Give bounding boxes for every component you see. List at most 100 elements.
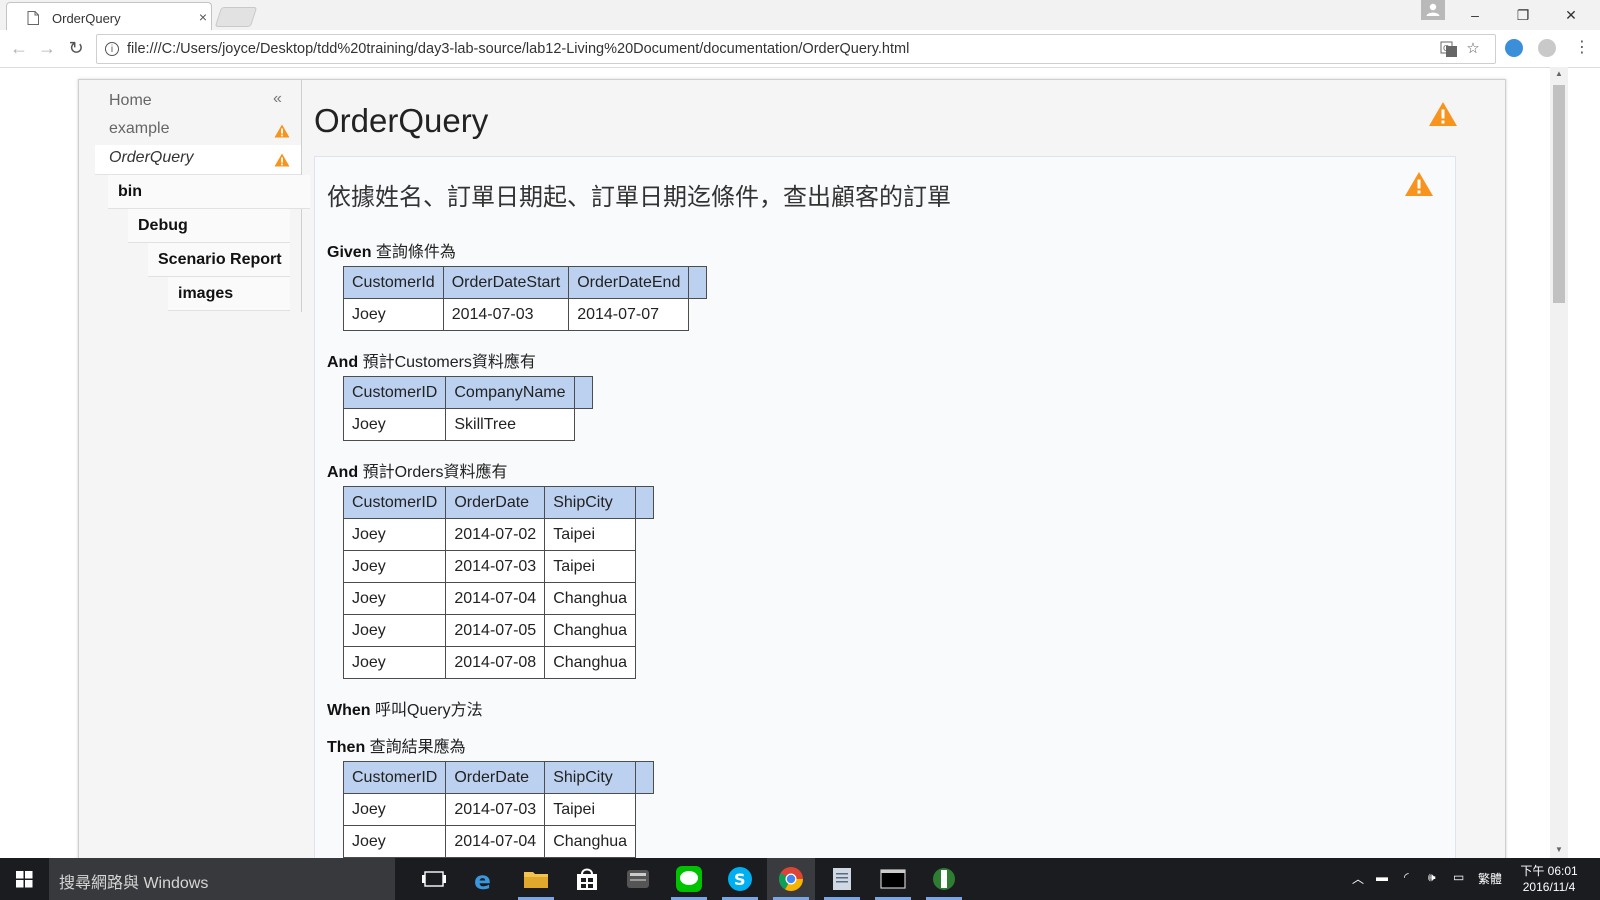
table-cell: 2014-07-02 (445, 518, 546, 551)
console-icon[interactable] (869, 858, 917, 900)
app-icon[interactable] (614, 858, 662, 900)
scroll-down-icon[interactable]: ▼ (1553, 845, 1565, 855)
table-header: CompanyName (445, 376, 575, 409)
svg-text:e: e (474, 866, 491, 895)
chrome-icon[interactable] (767, 858, 815, 900)
file-explorer-icon[interactable] (512, 858, 560, 900)
clock-date: 2016/11/4 (1522, 880, 1576, 894)
table-cell: 2014-07-07 (568, 298, 690, 331)
page-scrollbar[interactable]: ▲ ▼ (1550, 67, 1568, 858)
table-cell: 2014-07-03 (445, 550, 546, 583)
sidebar-home-link[interactable]: Home (109, 87, 152, 115)
address-bar[interactable]: i file:///C:/Users/joyce/Desktop/tdd%20t… (96, 34, 1496, 64)
table-cell: Joey (342, 550, 447, 583)
document-icon (27, 11, 39, 25)
table-header-extra (573, 376, 593, 409)
folder-scenario-report[interactable]: Scenario Report (148, 243, 290, 277)
step-keyword: And (327, 464, 359, 481)
windows-logo-icon (16, 871, 33, 888)
extension-globe-icon[interactable] (1505, 39, 1523, 57)
sidebar: Home « example OrderQuery bin Debug Scen… (79, 80, 310, 312)
close-window-button[interactable]: ✕ (1548, 3, 1594, 27)
table-header: OrderDateStart (442, 266, 570, 299)
sidebar-item-label: OrderQuery (109, 149, 194, 166)
given-table: CustomerId OrderDateStart OrderDateEnd J… (343, 266, 708, 331)
notepad-icon[interactable] (818, 858, 866, 900)
profile-icon[interactable] (1421, 0, 1445, 20)
ime-indicator[interactable]: 繁體 (1478, 870, 1502, 887)
scroll-up-icon[interactable]: ▲ (1553, 69, 1565, 79)
task-view-icon[interactable] (410, 858, 458, 900)
sidebar-item-example[interactable]: example (95, 116, 301, 146)
notification-icon[interactable]: ▭ (1453, 870, 1464, 884)
browser-tab[interactable]: OrderQuery × (6, 2, 212, 31)
table-row: Joey 2014-07-03 Taipei (342, 793, 654, 826)
document-page: Home « example OrderQuery bin Debug Scen… (78, 79, 1506, 861)
table-cell: 2014-07-03 (442, 298, 570, 331)
taskbar-search-box[interactable]: 搜尋網路與 Windows (49, 858, 395, 900)
table-cell: Taipei (544, 518, 637, 551)
start-button[interactable] (0, 858, 49, 900)
store-icon[interactable] (563, 858, 611, 900)
battery-icon[interactable]: ▬ (1376, 870, 1388, 884)
volume-icon[interactable]: 🕪 (1428, 870, 1436, 885)
clock-time: 下午 06:01 (1520, 864, 1578, 878)
line-icon[interactable] (665, 858, 713, 900)
table-row: Joey 2014-07-04 Changhua (342, 825, 654, 858)
page-title: OrderQuery (314, 102, 489, 139)
tray-expand-icon[interactable]: ︿ (1352, 870, 1364, 887)
table-header: OrderDate (445, 486, 546, 519)
table-cell: Changhua (544, 614, 637, 647)
step-then: Then 查詢結果應為 (327, 733, 466, 757)
step-text: 查詢條件為 (375, 244, 456, 261)
table-header-extra (635, 761, 655, 794)
scrollbar-thumb[interactable] (1553, 85, 1565, 303)
tab-title: OrderQuery (52, 11, 121, 26)
back-icon[interactable]: ← (9, 38, 29, 58)
table-header: CustomerID (342, 376, 447, 409)
table-cell: Joey (342, 646, 447, 679)
scenario-warning-icon (1405, 172, 1433, 196)
table-row: Joey 2014-07-05 Changhua (342, 614, 654, 647)
table-cell: SkillTree (445, 408, 575, 441)
table-cell: 2014-07-04 (445, 825, 546, 858)
minimize-button[interactable]: – (1452, 3, 1498, 27)
table-header: OrderDate (445, 761, 546, 794)
step-text: 查詢結果應為 (369, 739, 466, 756)
table-header: CustomerID (342, 761, 447, 794)
bookmark-star-icon[interactable]: ☆ (1464, 40, 1482, 58)
folder-bin[interactable]: bin (108, 175, 310, 209)
forward-icon[interactable]: → (37, 38, 57, 58)
sidebar-item-orderquery[interactable]: OrderQuery (95, 145, 301, 175)
edge-icon[interactable]: e (461, 858, 509, 900)
table-header-extra (635, 486, 655, 519)
wifi-icon[interactable]: ◜ (1404, 870, 1409, 884)
table-cell: Joey (342, 825, 447, 858)
restore-button[interactable]: ❐ (1500, 3, 1546, 27)
table-header: ShipCity (544, 486, 637, 519)
table-header: OrderDateEnd (568, 266, 690, 299)
extension-icon[interactable] (1538, 39, 1556, 57)
table-header: CustomerId (343, 266, 444, 299)
tab-close-icon[interactable]: × (196, 9, 210, 25)
warning-icon (274, 153, 290, 167)
orders-table: CustomerID OrderDate ShipCity Joey 2014-… (342, 486, 655, 679)
info-icon[interactable]: i (105, 42, 119, 56)
taskbar-clock[interactable]: 下午 06:01 2016/11/4 (1511, 863, 1587, 895)
folder-images[interactable]: images (168, 277, 290, 311)
table-row: Joey 2014-07-02 Taipei (342, 518, 654, 551)
step-keyword: When (327, 702, 371, 719)
folder-debug[interactable]: Debug (128, 209, 290, 243)
step-keyword: Then (327, 739, 366, 756)
skype-icon[interactable]: S (716, 858, 764, 900)
menu-icon[interactable]: ⋮ (1572, 38, 1592, 58)
new-tab-button[interactable] (214, 7, 258, 27)
table-cell: Joey (342, 408, 447, 441)
result-table: CustomerID OrderDate ShipCity Joey 2014-… (342, 761, 655, 858)
url-text[interactable]: file:///C:/Users/joyce/Desktop/tdd%20tra… (127, 41, 909, 57)
collapse-icon[interactable]: « (273, 90, 282, 108)
warning-icon (274, 124, 290, 138)
reload-icon[interactable]: ↻ (66, 38, 86, 58)
translate-icon[interactable]: G (1440, 40, 1458, 58)
app-icon[interactable] (920, 858, 968, 900)
